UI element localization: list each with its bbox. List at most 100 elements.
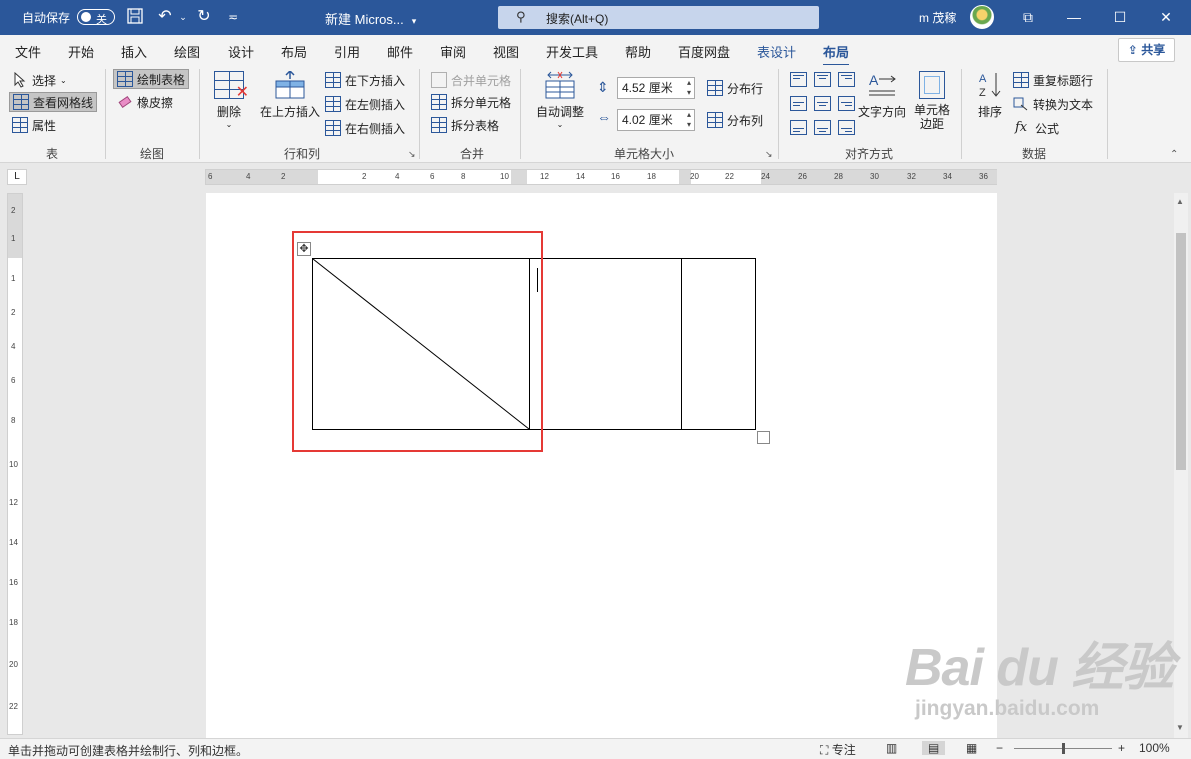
align-bottom-right-icon[interactable] [838, 120, 855, 135]
sort-button[interactable]: AZ 排序 [973, 71, 1007, 120]
focus-button[interactable]: ⛶ 专注 [820, 741, 856, 758]
align-bottom-center-icon[interactable] [814, 120, 831, 135]
ribbon-display-icon[interactable]: ⧉ [1013, 6, 1043, 28]
scroll-down-icon[interactable]: ▼ [1176, 723, 1184, 732]
customize-qat-icon[interactable]: ≂ [224, 8, 242, 26]
autofit-icon [545, 71, 575, 99]
baidu-watermark-url: jingyan.baidu.com [915, 697, 1100, 720]
merge-cells-icon [431, 72, 447, 88]
cell-margins-button[interactable]: 单元格 边距 [911, 71, 953, 131]
merge-cells-button[interactable]: 合并单元格 [431, 70, 511, 90]
draw-table-button[interactable]: 绘制表格 [113, 69, 190, 89]
row-height-input[interactable]: 4.52 厘米 ▴ ▾ [617, 77, 695, 99]
zoom-slider-thumb[interactable] [1062, 743, 1065, 754]
tab-mailings[interactable]: 邮件 [387, 42, 413, 61]
formula-icon: fx [1015, 120, 1028, 135]
ribbon: 选择 ⌄ 查看网格线 属性 表 绘制表格 橡皮擦 绘图 ✕ 删除 ⌄ 在上方插入 … [0, 65, 1191, 163]
dialog-launcher-icon[interactable]: ↘ [408, 149, 416, 160]
tab-insert[interactable]: 插入 [121, 42, 147, 61]
group-label-table: 表 [46, 147, 59, 161]
column-border[interactable] [681, 259, 682, 429]
zoom-out-icon[interactable]: − [996, 741, 1003, 755]
share-button[interactable]: ⇪ 共享 [1118, 38, 1175, 62]
zoom-level[interactable]: 100% [1139, 741, 1170, 755]
properties-icon [12, 117, 28, 133]
gridlines-icon [13, 94, 29, 110]
undo-icon[interactable]: ↶ [156, 8, 174, 26]
search-box[interactable]: ⚲ 搜索(Alt+Q) [498, 6, 819, 29]
tab-layout[interactable]: 布局 [281, 42, 307, 61]
column-width-input[interactable]: 4.02 厘米 ▴ ▾ [617, 109, 695, 131]
zoom-in-icon[interactable]: + [1118, 741, 1125, 755]
tab-home[interactable]: 开始 [68, 42, 94, 61]
align-middle-center-icon[interactable] [814, 96, 831, 111]
formula-button[interactable]: fx 公式 [1015, 118, 1059, 138]
split-table-button[interactable]: 拆分表格 [431, 115, 499, 135]
save-icon[interactable] [126, 8, 144, 26]
scroll-up-icon[interactable]: ▲ [1176, 197, 1184, 206]
table-resize-handle[interactable] [757, 431, 770, 444]
minimize-icon[interactable]: — [1059, 6, 1089, 28]
autofit-button[interactable]: 自动调整 ⌄ [532, 71, 588, 129]
text-direction-button[interactable]: A 文字方向 [857, 71, 907, 120]
search-placeholder: 搜索(Alt+Q) [546, 12, 609, 26]
distribute-rows-icon [707, 80, 723, 96]
align-top-left-icon[interactable] [790, 72, 807, 87]
split-table-icon [431, 117, 447, 133]
insert-left-button[interactable]: 在左侧插入 [325, 94, 405, 114]
tab-baidu-netdisk[interactable]: 百度网盘 [678, 42, 730, 61]
read-mode-icon[interactable]: ▥ [886, 741, 897, 755]
tab-references[interactable]: 引用 [334, 42, 360, 61]
scroll-thumb[interactable] [1176, 233, 1186, 470]
align-middle-left-icon[interactable] [790, 96, 807, 111]
convert-to-text-button[interactable]: 转换为文本 [1013, 94, 1093, 114]
dialog-launcher-icon[interactable]: ↘ [765, 149, 773, 160]
user-name[interactable]: m 茂稼 [919, 9, 956, 26]
tab-view[interactable]: 视图 [493, 42, 519, 61]
cell-margins-icon [919, 71, 945, 99]
tab-table-layout[interactable]: 布局 [823, 42, 850, 67]
eraser-icon [117, 94, 133, 110]
select-button[interactable]: 选择 ⌄ [12, 70, 67, 90]
properties-button[interactable]: 属性 [12, 115, 56, 135]
redo-icon[interactable]: ↻ [195, 8, 213, 26]
tab-design[interactable]: 设计 [228, 42, 254, 61]
tab-help[interactable]: 帮助 [625, 42, 651, 61]
tab-selector[interactable]: L [7, 169, 27, 185]
horizontal-ruler[interactable]: 6 4 2 2 4 6 8 10 12 14 16 18 20 22 24 26… [205, 169, 997, 185]
repeat-header-button[interactable]: 重复标题行 [1013, 70, 1093, 90]
delete-button[interactable]: ✕ 删除 ⌄ [208, 71, 250, 129]
distribute-cols-icon [707, 112, 723, 128]
baidu-watermark: Bai du 经验 [905, 639, 1174, 697]
document-title[interactable]: 新建 Micros... ▾ [325, 9, 416, 28]
view-gridlines-button[interactable]: 查看网格线 [9, 92, 98, 112]
split-cells-button[interactable]: 拆分单元格 [431, 92, 511, 112]
title-bar: 自动保存 关 ↶ ⌄ ↻ ≂ 新建 Micros... ▾ ⚲ 搜索(Alt+Q)… [0, 0, 1191, 35]
tab-developer[interactable]: 开发工具 [546, 42, 598, 61]
close-icon[interactable]: ✕ [1151, 6, 1181, 28]
align-bottom-left-icon[interactable] [790, 120, 807, 135]
avatar[interactable] [970, 5, 994, 29]
insert-above-button[interactable]: 在上方插入 [259, 69, 321, 120]
tab-table-design[interactable]: 表设计 [757, 42, 796, 61]
web-layout-icon[interactable]: ▦ [966, 741, 977, 755]
collapse-ribbon-icon[interactable]: ⌃ [1170, 149, 1178, 160]
vertical-scrollbar[interactable]: ▲ ▼ [1174, 193, 1188, 738]
vertical-ruler[interactable]: 2 1 1 2 4 6 8 10 12 14 16 18 20 22 [7, 193, 23, 735]
insert-right-button[interactable]: 在右侧插入 [325, 118, 405, 138]
insert-below-button[interactable]: 在下方插入 [325, 70, 405, 90]
align-middle-right-icon[interactable] [838, 96, 855, 111]
tab-file[interactable]: 文件 [15, 42, 41, 61]
print-layout-icon[interactable]: ▤ [922, 741, 946, 755]
eraser-button[interactable]: 橡皮擦 [117, 92, 173, 112]
align-top-center-icon[interactable] [814, 72, 831, 87]
tab-review[interactable]: 审阅 [440, 42, 466, 61]
autosave-toggle[interactable]: 关 [77, 9, 115, 26]
undo-dropdown-icon[interactable]: ⌄ [174, 8, 192, 26]
distribute-cols-button[interactable]: 分布列 [707, 110, 763, 130]
tab-draw[interactable]: 绘图 [174, 42, 200, 61]
maximize-icon[interactable]: ☐ [1105, 6, 1135, 28]
distribute-rows-button[interactable]: 分布行 [707, 78, 763, 98]
align-top-right-icon[interactable] [838, 72, 855, 87]
text-direction-icon: A [867, 71, 897, 99]
